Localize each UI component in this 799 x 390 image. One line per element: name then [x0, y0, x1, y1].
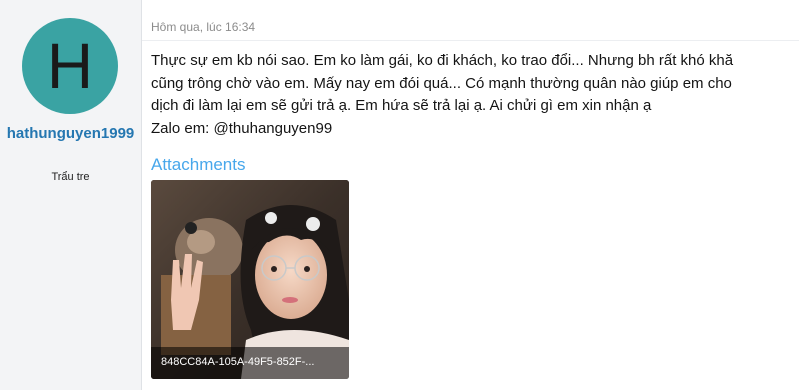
message-line: dịch đi làm lại em sẽ gửi trả ạ. Em hứa …	[151, 97, 652, 114]
message-line: cũng trông chờ vào em. Mấy nay em đói qu…	[151, 74, 732, 92]
forum-post: H hathunguyen1999 Trẩu tre Hôm qua, lúc …	[0, 0, 799, 390]
attachment-caption: 848CC84A-105A-49F5-852F-...	[151, 347, 349, 379]
post-user-panel: H hathunguyen1999 Trẩu tre	[0, 0, 142, 390]
user-title: Trẩu tre	[51, 171, 90, 183]
post-message: Thực sự em kb nói sao. Em ko làm gái, ko…	[151, 50, 799, 140]
post-header-divider	[142, 40, 799, 41]
message-line: Thực sự em kb nói sao. Em ko làm gái, ko…	[151, 52, 734, 69]
attachment-thumbnail[interactable]: 848CC84A-105A-49F5-852F-...	[151, 180, 349, 379]
post-content: Hôm qua, lúc 16:34 Thực sự em kb nói sao…	[142, 0, 799, 390]
username-link[interactable]: hathunguyen1999	[6, 124, 135, 143]
attachments-heading: Attachments	[151, 155, 246, 174]
attachment-filename[interactable]: 848CC84A-105A-49F5-852F-...	[161, 356, 314, 368]
avatar[interactable]: H	[22, 18, 118, 114]
message-line: Zalo em: @thuhanguyen99	[151, 119, 333, 137]
post-timestamp[interactable]: Hôm qua, lúc 16:34	[151, 20, 255, 34]
